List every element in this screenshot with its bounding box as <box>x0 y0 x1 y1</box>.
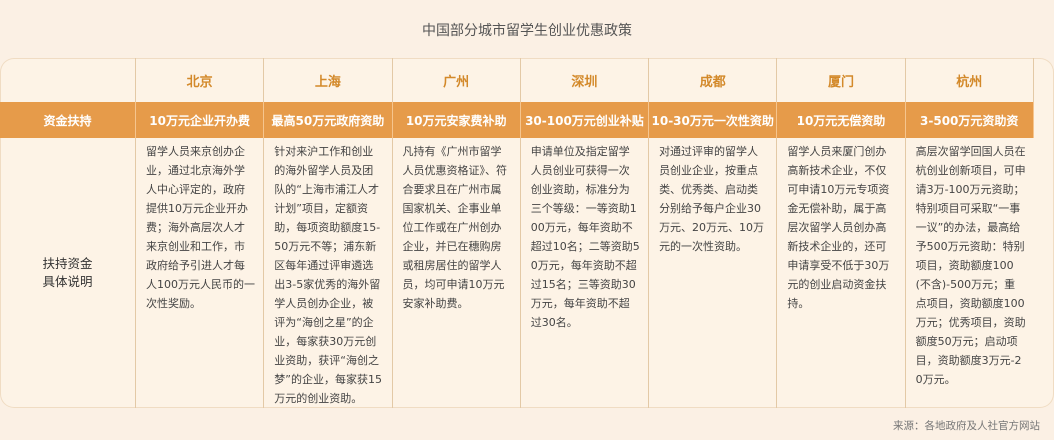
corner-cell <box>0 58 136 102</box>
policy-description: 对通过评审的留学人员创业企业，按重点类、优秀类、启动类分别给予每户企业30万元、… <box>649 138 778 408</box>
policy-summary: 10万元无偿资助 <box>777 102 906 138</box>
policy-summary: 3-500万元资助资 <box>905 102 1034 138</box>
policy-table: 北京 上海 广州 深圳 成都 厦门 杭州 资金扶持 10万元企业开办费 最高50… <box>0 58 1054 408</box>
source-note: 来源：各地政府及人社官方网站 <box>893 420 1040 432</box>
policy-summary: 10万元企业开办费 <box>136 102 265 138</box>
city-header: 厦门 <box>777 58 906 102</box>
policy-description: 针对来沪工作和创业的海外留学人员及团队的“上海市浦江人才计划”项目，定额资助，每… <box>264 138 393 408</box>
policy-description: 留学人员来厦门创办高新技术企业，不仅可申请10万元专项资金无偿补助，属于高层次留… <box>777 138 906 408</box>
row-header-funding: 资金扶持 <box>0 102 136 138</box>
policy-summary: 10-30万元一次性资助 <box>649 102 778 138</box>
row-header-details-line2: 具体说明 <box>42 274 93 289</box>
policy-description: 留学人员来京创办企业，通过北京海外学人中心评定的，政府提供10万元企业开办费；海… <box>136 138 265 408</box>
policy-description: 高层次留学回国人员在杭创业创新项目，可申请3万-100万元资助；特别项目可采取“… <box>915 145 1026 386</box>
city-header: 深圳 <box>521 58 650 102</box>
policy-summary: 30-100万元创业补贴 <box>520 102 650 138</box>
page-title: 中国部分城市留学生创业优惠政策 <box>422 23 632 39</box>
city-header: 北京 <box>136 58 265 102</box>
city-header: 杭州 <box>906 58 1034 102</box>
city-header: 成都 <box>649 58 778 102</box>
row-header-details: 扶持资金 具体说明 <box>0 138 136 408</box>
city-header: 上海 <box>264 58 393 102</box>
policy-description: 凡持有《广州市留学人员优惠资格证》、符合要求且在广州市属国家机关、企事业单位工作… <box>393 138 521 408</box>
row-header-details-line1: 扶持资金 <box>42 256 93 271</box>
city-header: 广州 <box>393 58 521 102</box>
policy-summary: 10万元安家费补助 <box>392 102 521 138</box>
policy-summary: 最高50万元政府资助 <box>264 102 393 138</box>
policy-description: 申请单位及指定留学人员创业可获得一次创业资助，标准分为三个等级：一等资助100万… <box>521 138 650 408</box>
